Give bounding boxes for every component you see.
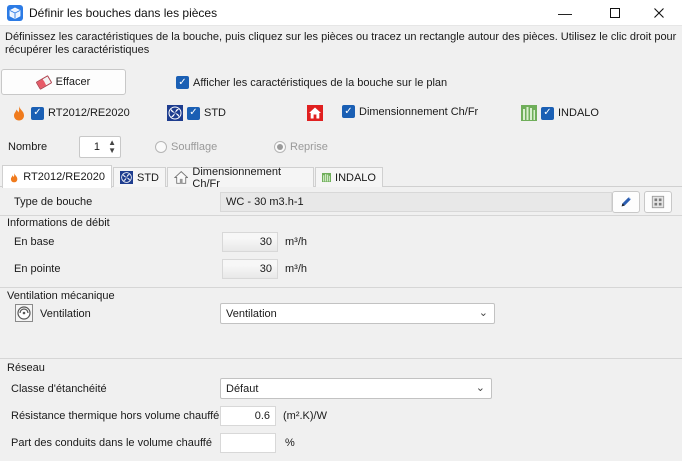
module-rt2012-checkbox[interactable]: ✓ RT2012/RE2020 bbox=[11, 105, 130, 121]
app-cube-icon bbox=[7, 5, 23, 21]
radio-selected-icon bbox=[274, 141, 286, 153]
checkbox-checked-icon: ✓ bbox=[31, 106, 44, 120]
separator bbox=[0, 358, 682, 359]
house-icon bbox=[174, 171, 189, 184]
indalo-icon bbox=[322, 172, 332, 183]
tightness-label: Classe d'étanchéité bbox=[11, 383, 107, 395]
count-stepper[interactable]: 1 ▲ ▼ bbox=[79, 136, 121, 158]
tab-label: Dimensionnement Ch/Fr bbox=[192, 165, 282, 190]
thermal-resistance-unit: (m².K)/W bbox=[283, 410, 327, 422]
ventilation-label: Ventilation bbox=[40, 308, 91, 320]
thermal-resistance-value: 0.6 bbox=[254, 410, 270, 422]
stepper-arrows-icon[interactable]: ▲ ▼ bbox=[108, 139, 116, 155]
close-button[interactable] bbox=[636, 0, 682, 26]
flame-icon bbox=[14, 106, 24, 121]
ducts-share-label: Part des conduits dans le volume chauffé bbox=[11, 437, 212, 449]
library-icon bbox=[651, 195, 665, 209]
checkbox-checked-icon: ✓ bbox=[187, 106, 200, 120]
peak-flow-value: 30 bbox=[259, 263, 272, 275]
fan-icon bbox=[167, 105, 183, 121]
ducts-share-unit: % bbox=[285, 437, 295, 449]
flame-icon bbox=[10, 172, 18, 182]
module-label: STD bbox=[204, 107, 226, 119]
ducts-share-input[interactable] bbox=[220, 433, 276, 453]
module-label: INDALO bbox=[558, 107, 599, 119]
separator bbox=[0, 215, 682, 216]
module-std-checkbox[interactable]: ✓ STD bbox=[167, 105, 226, 121]
window-title: Définir les bouches dans les pièces bbox=[29, 6, 218, 20]
chevron-down-icon: ⌄ bbox=[475, 382, 485, 394]
chevron-down-icon: ⌄ bbox=[478, 307, 488, 319]
clear-button-label: Effacer bbox=[55, 76, 91, 88]
show-on-plan-checkbox[interactable]: ✓ Afficher les caractéristiques de la bo… bbox=[176, 76, 447, 89]
maximize-button[interactable] bbox=[592, 0, 638, 26]
reprise-radio[interactable]: Reprise bbox=[274, 141, 328, 153]
title-bar: Définir les bouches dans les pièces — bbox=[0, 0, 682, 26]
fan-icon bbox=[120, 171, 133, 184]
peak-flow-label: En pointe bbox=[14, 263, 61, 275]
module-label: Dimensionnement Ch/Fr bbox=[359, 105, 479, 118]
tightness-dropdown[interactable]: Défaut ⌄ bbox=[220, 378, 492, 399]
vent-type-field: WC - 30 m3.h-1 bbox=[220, 192, 612, 212]
radio-label: Soufflage bbox=[171, 141, 218, 153]
module-indalo-checkbox[interactable]: ✓ INDALO bbox=[521, 105, 599, 121]
tab-std[interactable]: STD bbox=[113, 167, 166, 187]
thermal-resistance-label: Résistance thermique hors volume chauffé bbox=[11, 410, 220, 422]
thermal-resistance-input[interactable]: 0.6 bbox=[220, 406, 276, 426]
network-section-title: Réseau bbox=[7, 362, 45, 374]
peak-flow-field: 30 bbox=[222, 259, 278, 279]
checkbox-checked-icon: ✓ bbox=[176, 76, 189, 89]
base-flow-value: 30 bbox=[259, 236, 272, 248]
clear-button[interactable]: Effacer bbox=[1, 69, 126, 95]
vent-type-value: WC - 30 m3.h-1 bbox=[226, 196, 304, 208]
mech-vent-section-title: Ventilation mécanique bbox=[7, 290, 115, 302]
checkbox-checked-icon: ✓ bbox=[342, 105, 355, 118]
minimize-icon: — bbox=[558, 5, 572, 21]
checkbox-checked-icon: ✓ bbox=[541, 106, 554, 120]
soufflage-radio[interactable]: Soufflage bbox=[155, 141, 217, 153]
radio-label: Reprise bbox=[290, 141, 328, 153]
module-tabs: RT2012/RE2020 STD Dimensionnement Ch/Fr … bbox=[0, 165, 682, 190]
separator bbox=[0, 287, 682, 288]
tab-rt2012[interactable]: RT2012/RE2020 bbox=[2, 165, 112, 188]
tab-indalo[interactable]: INDALO bbox=[315, 167, 383, 187]
tab-content: Type de bouche WC - 30 m3.h-1 Informatio… bbox=[0, 188, 682, 461]
tab-label: RT2012/RE2020 bbox=[23, 171, 105, 183]
maximize-icon bbox=[610, 8, 620, 18]
tab-dimensionnement[interactable]: Dimensionnement Ch/Fr bbox=[167, 165, 314, 190]
count-value: 1 bbox=[93, 141, 100, 153]
ventilation-value: Ventilation bbox=[226, 307, 277, 320]
show-on-plan-label: Afficher les caractéristiques de la bouc… bbox=[193, 76, 448, 89]
tab-label: STD bbox=[137, 171, 159, 184]
tightness-value: Défaut bbox=[226, 382, 259, 395]
module-dimensionnement-checkbox[interactable]: ✓ Dimensionnement Ch/Fr bbox=[342, 105, 478, 118]
base-flow-field: 30 bbox=[222, 232, 278, 252]
close-icon bbox=[654, 8, 664, 18]
pencil-icon bbox=[621, 196, 632, 207]
base-flow-unit: m³/h bbox=[285, 236, 307, 248]
vent-library-button[interactable] bbox=[644, 191, 672, 213]
ventilation-icon bbox=[15, 304, 33, 322]
house-red-icon bbox=[307, 105, 323, 121]
eraser-icon bbox=[35, 74, 52, 90]
radio-unselected-icon bbox=[155, 141, 167, 153]
tab-label: INDALO bbox=[335, 171, 376, 184]
instructions-text: Définissez les caractéristiques de la bo… bbox=[5, 31, 677, 56]
vent-type-label: Type de bouche bbox=[14, 196, 93, 208]
base-flow-label: En base bbox=[14, 236, 55, 248]
ventilation-dropdown[interactable]: Ventilation ⌄ bbox=[220, 303, 495, 324]
flow-section-title: Informations de débit bbox=[7, 217, 110, 229]
count-label: Nombre bbox=[8, 141, 48, 153]
edit-vent-type-button[interactable] bbox=[612, 191, 640, 213]
peak-flow-unit: m³/h bbox=[285, 263, 307, 275]
indalo-icon bbox=[521, 105, 537, 121]
module-label: RT2012/RE2020 bbox=[48, 107, 130, 119]
minimize-button[interactable]: — bbox=[542, 0, 588, 26]
